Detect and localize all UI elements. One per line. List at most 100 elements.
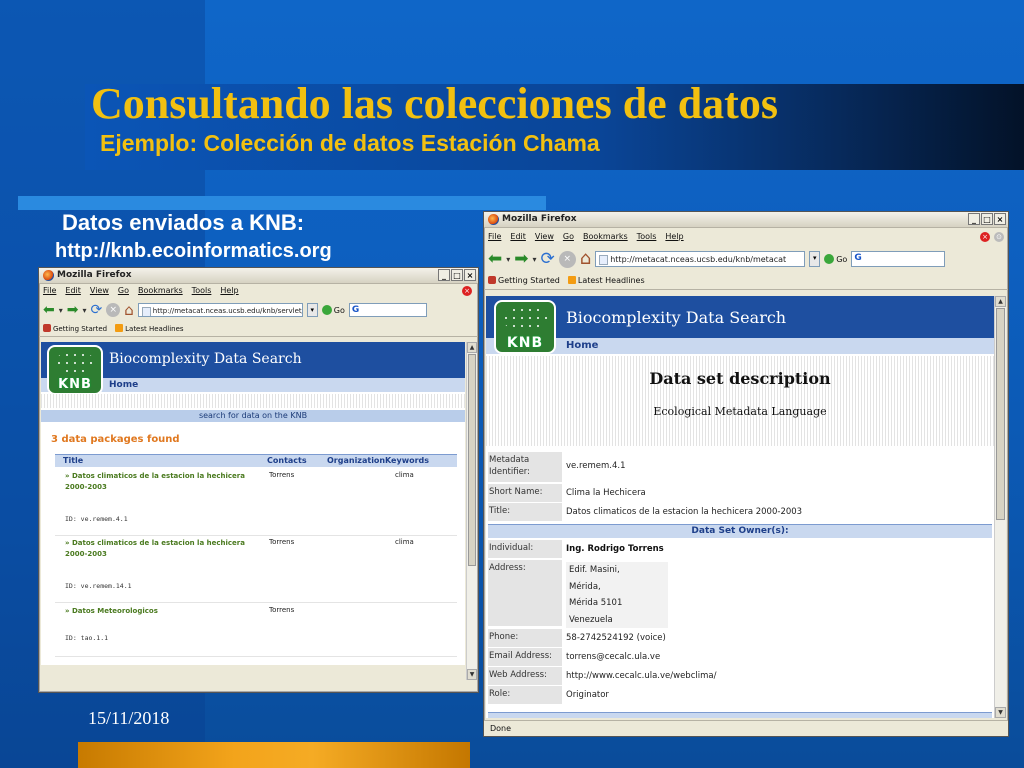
address-dropdown-icon[interactable]: ▾ bbox=[306, 303, 318, 317]
menu-tools[interactable]: Tools bbox=[192, 284, 212, 298]
go-button[interactable]: Go bbox=[824, 254, 847, 264]
stop-icon[interactable]: × bbox=[558, 250, 576, 268]
table-row: » Datos Meteorologicos Torrens ID: tao.1… bbox=[55, 606, 457, 657]
go-button[interactable]: Go bbox=[321, 305, 345, 315]
caption-knb: Datos enviados a KNB: bbox=[62, 210, 305, 235]
menu-view[interactable]: View bbox=[90, 284, 109, 298]
vertical-scrollbar[interactable]: ▲ ▼ bbox=[994, 296, 1006, 718]
menu-bar: File Edit View Go Bookmarks Tools Help ×… bbox=[484, 228, 1008, 245]
back-dropdown-icon[interactable]: ▾ bbox=[59, 306, 63, 315]
menu-help[interactable]: Help bbox=[665, 228, 683, 245]
close-tab-icon[interactable]: × bbox=[980, 232, 990, 242]
address-line: Mérida 5101 bbox=[569, 598, 623, 608]
back-dropdown-icon[interactable]: ▾ bbox=[506, 255, 510, 264]
close-button[interactable]: × bbox=[464, 269, 476, 281]
scroll-up-arrow[interactable]: ▲ bbox=[995, 296, 1006, 307]
maximize-button[interactable]: □ bbox=[451, 269, 463, 281]
owner-section-header: Data Set Owner(s): bbox=[488, 524, 992, 538]
knb-header: Biocomplexity Data Search bbox=[41, 342, 465, 378]
reload-icon[interactable]: ⟳ bbox=[541, 251, 555, 268]
go-label: Go bbox=[333, 305, 345, 315]
forward-arrow-icon[interactable]: ➡ bbox=[514, 251, 528, 268]
menu-help[interactable]: Help bbox=[220, 284, 238, 298]
menu-bookmarks[interactable]: Bookmarks bbox=[138, 284, 183, 298]
bookmarks-toolbar: Getting Started Latest Headlines bbox=[484, 273, 1008, 290]
scroll-down-arrow[interactable]: ▼ bbox=[467, 669, 477, 680]
minimize-button[interactable]: _ bbox=[438, 269, 450, 281]
scroll-thumb[interactable] bbox=[468, 354, 476, 566]
footer-accent-bar bbox=[78, 742, 470, 768]
address-dropdown-icon[interactable]: ▾ bbox=[809, 251, 821, 267]
navigation-toolbar: ⬅ ▾ ➡ ▾ ⟳ × ⌂ http://metacat.nceas.ucsb.… bbox=[484, 245, 1008, 273]
forward-dropdown-icon[interactable]: ▾ bbox=[533, 255, 537, 264]
address-bar[interactable]: http://metacat.nceas.ucsb.edu/knb/metaca… bbox=[595, 251, 806, 267]
page-header-title: Biocomplexity Data Search bbox=[566, 308, 787, 327]
field-label: Individual: bbox=[488, 540, 562, 558]
back-arrow-icon[interactable]: ⬅ bbox=[43, 302, 55, 318]
menu-tools[interactable]: Tools bbox=[637, 228, 657, 245]
menu-edit[interactable]: Edit bbox=[510, 228, 526, 245]
table-row: » Datos climaticos de la estacion la hec… bbox=[55, 538, 457, 603]
reload-icon[interactable]: ⟳ bbox=[91, 302, 103, 318]
stop-icon[interactable]: × bbox=[106, 303, 121, 317]
page-content: Biocomplexity Data Search Home KNB Data … bbox=[486, 296, 994, 718]
window-titlebar[interactable]: Mozilla Firefox _ □ × bbox=[39, 268, 478, 284]
bookmark-icon bbox=[488, 276, 496, 284]
result-id: ID: ve.remem.14.1 bbox=[65, 582, 132, 590]
address-line: Mérida, bbox=[569, 581, 601, 592]
forward-arrow-icon[interactable]: ➡ bbox=[67, 302, 79, 318]
divider-bar bbox=[18, 196, 546, 210]
scroll-down-arrow[interactable]: ▼ bbox=[995, 707, 1006, 718]
home-icon[interactable]: ⌂ bbox=[580, 250, 591, 268]
menu-file[interactable]: File bbox=[488, 228, 501, 245]
result-link[interactable]: » Datos climaticos de la estacion la hec… bbox=[65, 538, 265, 560]
scroll-up-arrow[interactable]: ▲ bbox=[467, 342, 477, 353]
caption-url: http://knb.ecoinformatics.org bbox=[55, 240, 332, 262]
scroll-thumb[interactable] bbox=[996, 308, 1005, 520]
minimize-button[interactable]: _ bbox=[968, 213, 980, 225]
next-section-header bbox=[488, 712, 992, 718]
address-bar[interactable]: http://metacat.nceas.ucsb.edu/knb/servle… bbox=[137, 303, 303, 317]
bookmark-latest-headlines[interactable]: Latest Headlines bbox=[115, 322, 184, 336]
forward-dropdown-icon[interactable]: ▾ bbox=[82, 306, 86, 315]
field-label: Role: bbox=[488, 686, 562, 704]
column-keywords[interactable]: Keywords bbox=[385, 455, 429, 467]
field-value: Originator bbox=[566, 690, 609, 700]
maximize-button[interactable]: □ bbox=[981, 213, 993, 225]
result-link[interactable]: » Datos Meteorologicos bbox=[65, 606, 265, 617]
home-link[interactable]: Home bbox=[566, 340, 598, 351]
close-tab-icon[interactable]: × bbox=[462, 286, 472, 296]
column-contacts[interactable]: Contacts bbox=[267, 455, 307, 467]
search-box[interactable]: G bbox=[851, 251, 946, 267]
window-titlebar[interactable]: Mozilla Firefox _ □ × bbox=[484, 212, 1008, 228]
column-organization[interactable]: Organization bbox=[327, 455, 385, 467]
restore-tab-icon[interactable]: ⊙ bbox=[994, 232, 1004, 242]
bookmark-getting-started[interactable]: Getting Started bbox=[488, 273, 560, 289]
menu-bookmarks[interactable]: Bookmarks bbox=[583, 228, 628, 245]
result-link[interactable]: » Datos climaticos de la estacion la hec… bbox=[65, 471, 265, 493]
menu-view[interactable]: View bbox=[535, 228, 554, 245]
bookmark-latest-headlines[interactable]: Latest Headlines bbox=[567, 273, 645, 289]
home-icon[interactable]: ⌂ bbox=[124, 302, 134, 318]
page-header-title: Biocomplexity Data Search bbox=[109, 351, 302, 367]
vertical-scrollbar[interactable]: ▲ ▼ bbox=[466, 342, 477, 680]
column-title[interactable]: Title bbox=[63, 455, 83, 467]
dataset-heading: Data set description bbox=[649, 369, 831, 388]
menu-go[interactable]: Go bbox=[118, 284, 129, 298]
search-link[interactable]: search for data on the KNB bbox=[41, 410, 465, 422]
menu-edit[interactable]: Edit bbox=[65, 284, 81, 298]
menu-file[interactable]: File bbox=[43, 284, 56, 298]
result-contact: Torrens bbox=[269, 471, 295, 479]
result-keywords: clima bbox=[395, 471, 414, 479]
field-value: Datos climaticos de la estacion la hechi… bbox=[566, 507, 803, 517]
back-arrow-icon[interactable]: ⬅ bbox=[488, 251, 502, 268]
search-box[interactable]: G bbox=[348, 303, 427, 317]
menu-go[interactable]: Go bbox=[563, 228, 574, 245]
results-table-header: Title Contacts Organization Keywords bbox=[55, 454, 457, 467]
close-button[interactable]: × bbox=[994, 213, 1006, 225]
bookmark-getting-started[interactable]: Getting Started bbox=[43, 322, 107, 336]
bookmark-label: Latest Headlines bbox=[577, 276, 645, 285]
home-link[interactable]: Home bbox=[109, 380, 138, 390]
result-id: ID: ve.remem.4.1 bbox=[65, 515, 128, 523]
go-label: Go bbox=[836, 254, 848, 264]
